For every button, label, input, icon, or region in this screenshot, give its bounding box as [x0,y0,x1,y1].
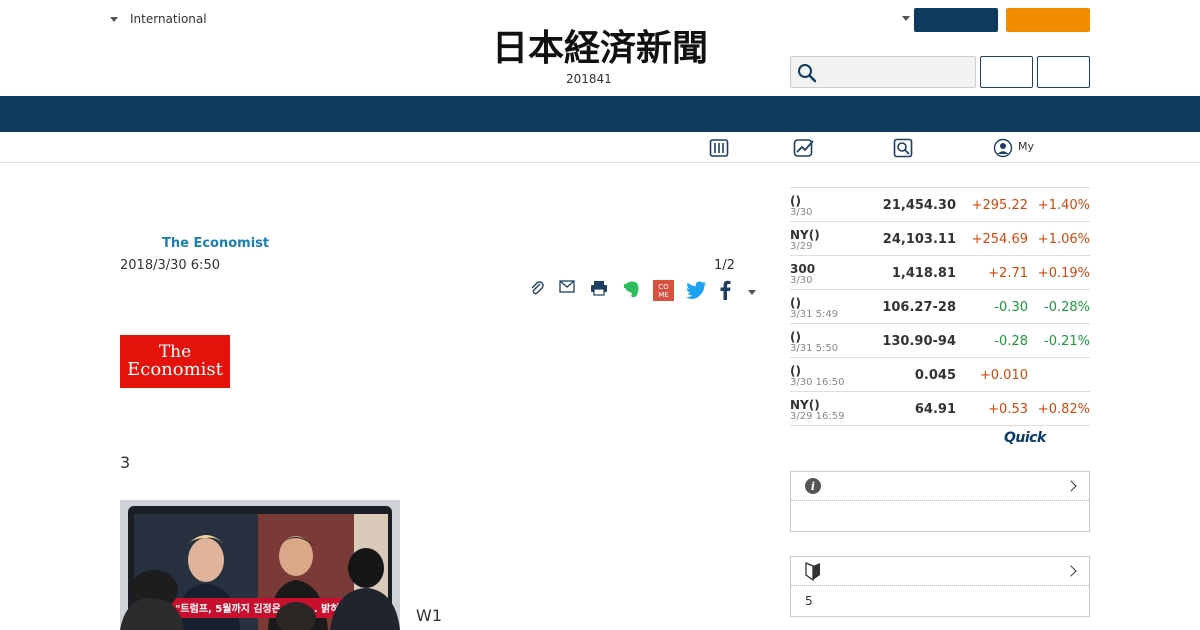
quick-logo[interactable]: Quick [1004,430,1046,446]
photo-overlay-text: "트럼프, 5월까지 김정은 만나 ... 밝혀" [175,602,345,615]
chart-icon[interactable] [793,138,815,158]
market-time: 3/30 16:50 [790,377,845,388]
market-time: 3/30 [790,207,813,218]
market-row[interactable]: () 3/31 5:49 106.27-28 -0.30 -0.28% [790,290,1090,324]
facebook-icon[interactable] [719,280,731,300]
market-change: +0.010 [979,368,1028,383]
economist-logo-line1: The [158,342,192,362]
market-name: NY() [790,398,820,412]
login-button[interactable] [914,8,998,32]
market-change: +295.22 [971,198,1028,213]
beginner-mark-icon [805,562,820,581]
market-value: 1,418.81 [891,266,956,281]
publish-date: 2018/3/30 6:50 [120,258,220,273]
paragraph-number: 3 [120,453,131,472]
market-change: +2.71 [988,266,1028,281]
photo-caption: W1 [416,606,442,625]
chevron-right-icon[interactable] [1065,480,1077,492]
search-icon[interactable] [797,63,817,83]
beginner-panel-body: 5 [791,586,1089,616]
market-value: 0.045 [914,368,956,383]
info-panel-body [791,501,1089,531]
nikkei-logo[interactable]: 日本経済新聞 [452,26,748,68]
market-percent: +1.06% [1037,232,1090,247]
economist-logo-line2: Economist [127,359,223,380]
market-change: -0.28 [994,334,1028,349]
market-percent: -0.28% [1044,300,1090,315]
newspaper-icon[interactable] [709,138,729,158]
market-percent: +0.19% [1037,266,1090,281]
market-change: +0.53 [988,402,1028,417]
info-icon: i [805,478,821,494]
market-change: -0.30 [994,300,1028,315]
market-time: 3/29 16:59 [790,411,845,422]
market-time: 3/31 5:50 [790,343,839,354]
mail-icon[interactable] [559,280,575,294]
site-header: International 日本経済新聞 201841 [0,0,1200,96]
market-row[interactable]: NY() 3/29 24,103.11 +254.69 +1.06% [790,222,1090,256]
panel-count: 5 [805,594,813,608]
market-percent: -0.21% [1044,334,1090,349]
info-panel-header[interactable]: i [791,472,1089,501]
market-name: () [790,296,801,310]
user-icon[interactable] [993,138,1013,158]
main-nav-bar[interactable] [0,96,1200,132]
svg-text:i: i [811,480,815,493]
market-row[interactable]: () 3/31 5:50 130.90-94 -0.28 -0.21% [790,324,1090,358]
region-selector[interactable]: International [110,12,207,26]
news-photo-image: "트럼프, 5월까지 김정은 만나 ... 밝혀" [120,500,400,630]
market-change: +254.69 [971,232,1028,247]
svg-text:ME: ME [658,291,668,299]
economist-logo: The Economist [120,335,230,388]
market-row[interactable]: () 3/30 16:50 0.045 +0.010 [790,358,1090,392]
market-time: 3/31 5:49 [790,309,839,320]
market-table: () 3/30 21,454.30 +295.22 +1.40% NY() 3/29 24,1… [790,187,1090,426]
chevron-right-icon[interactable] [1065,565,1077,577]
page-indicator: 1/2 [714,258,735,273]
market-value: 130.90-94 [882,334,956,349]
evernote-icon[interactable] [623,280,641,300]
market-name: () [790,330,801,344]
market-percent: +1.40% [1037,198,1090,213]
share-more-caret-icon[interactable] [748,290,756,295]
market-value: 106.27-28 [882,300,956,315]
comemo-icon[interactable]: CO ME [653,280,674,301]
market-value: 64.91 [914,402,956,417]
account-caret-icon[interactable] [902,16,910,21]
header-button-1[interactable] [980,56,1033,88]
logo-text: 日本経済新聞 [492,27,708,68]
market-value: 21,454.30 [882,198,956,213]
market-row[interactable]: 300 3/30 1,418.81 +2.71 +0.19% [790,256,1090,290]
edition-date: 201841 [566,72,612,86]
article-photo[interactable]: "트럼프, 5월까지 김정은 만나 ... 밝혀" [120,500,400,630]
header-button-2[interactable] [1037,56,1090,88]
market-time: 3/29 [790,241,813,252]
beginner-panel-header[interactable] [791,557,1089,586]
article-source[interactable]: The Economist [162,236,269,251]
info-panel: i [790,471,1090,532]
clip-icon[interactable] [529,280,545,296]
market-name: 300 [790,262,816,276]
market-value: 24,103.11 [882,232,956,247]
search-box-icon[interactable] [893,138,913,158]
svg-text:CO: CO [658,283,669,291]
market-percent: +0.82% [1037,402,1090,417]
subscribe-button[interactable] [1006,8,1090,32]
market-name: () [790,194,801,208]
market-row[interactable]: () 3/30 21,454.30 +295.22 +1.40% [790,188,1090,222]
region-label: International [130,12,207,26]
market-time: 3/30 [790,275,813,286]
market-name: () [790,364,801,378]
beginner-panel: 5 [790,556,1090,617]
my-page-label[interactable]: My [1018,140,1034,153]
search-input[interactable] [790,56,976,88]
caret-down-icon [110,16,118,22]
market-row[interactable]: NY() 3/29 16:59 64.91 +0.53 +0.82% [790,392,1090,426]
print-icon[interactable] [590,280,608,296]
market-name: NY() [790,228,820,242]
twitter-icon[interactable] [685,280,707,300]
